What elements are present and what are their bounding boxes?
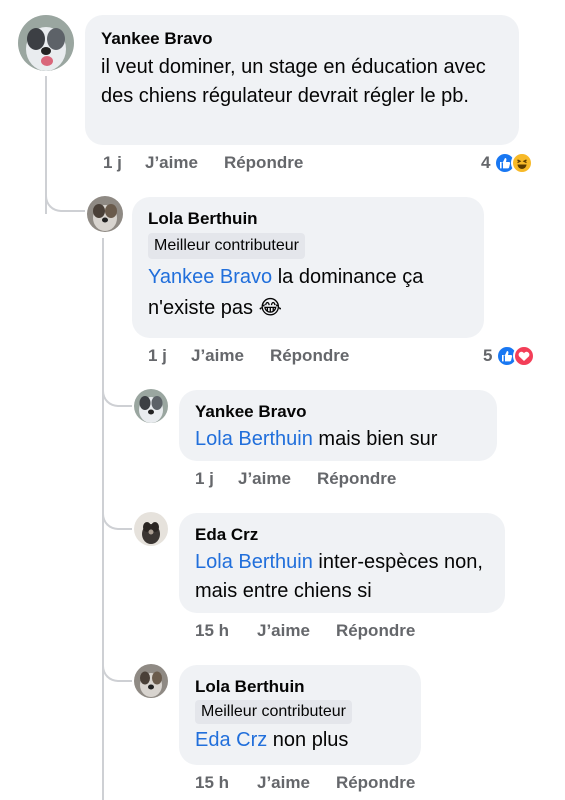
dog-avatar-image [134, 512, 168, 546]
reply-button[interactable]: Répondre [336, 621, 415, 641]
comment-timestamp[interactable]: 15 h [195, 621, 257, 641]
like-button[interactable]: J’aime [145, 153, 198, 173]
mention-link[interactable]: Lola Berthuin [195, 428, 313, 450]
reply-button[interactable]: Répondre [336, 773, 415, 793]
dog-avatar-image [18, 15, 74, 71]
top-contributor-badge: Meilleur contributeur [195, 700, 352, 724]
comment-author[interactable]: Eda Crz [195, 524, 489, 546]
reply-button[interactable]: Répondre [270, 346, 349, 366]
avatar[interactable] [134, 389, 168, 423]
comment-bubble: Lola Berthuin Meilleur contributeur Eda … [179, 665, 421, 765]
comment-text-body: mais bien sur [312, 428, 438, 450]
thread-curve-reply-1 [45, 180, 85, 212]
top-contributor-badge: Meilleur contributeur [148, 233, 305, 259]
thread-curve-reply-4 [102, 650, 132, 682]
comment-text: Lola Berthuin mais bien sur [195, 425, 481, 453]
like-button[interactable]: J’aime [257, 773, 310, 793]
mention-link[interactable]: Eda Crz [195, 729, 267, 751]
comment-text: Yankee Bravo la dominance ça n'existe pa… [148, 262, 478, 324]
comment-timestamp[interactable]: 15 h [195, 773, 257, 793]
avatar[interactable] [87, 196, 123, 232]
dog-avatar-image [134, 664, 168, 698]
thread-curve-reply-2 [102, 375, 132, 407]
laughing-emoji: 😂 [258, 297, 282, 319]
comment-actions: 1 j J’aime Répondre [103, 152, 303, 174]
comment-bubble: Yankee Bravo il veut dominer, un stage e… [85, 15, 519, 145]
comment-actions: 15 h J’aime Répondre [195, 772, 415, 794]
comment-timestamp[interactable]: 1 j [195, 469, 238, 489]
reaction-count: 5 [483, 346, 493, 365]
reply-button[interactable]: Répondre [224, 153, 303, 173]
avatar[interactable] [134, 512, 168, 546]
like-button[interactable]: J’aime [238, 469, 291, 489]
avatar[interactable] [18, 15, 74, 71]
avatar[interactable] [134, 664, 168, 698]
mention-link[interactable]: Yankee Bravo [148, 266, 272, 288]
comment-actions: 15 h J’aime Répondre [195, 620, 415, 642]
comment-timestamp[interactable]: 1 j [148, 346, 191, 366]
reaction-summary[interactable]: 4 [481, 151, 534, 175]
comment-author[interactable]: Lola Berthuin [195, 676, 405, 698]
comment-author[interactable]: Lola Berthuin [148, 208, 468, 230]
comment-bubble: Eda Crz Lola Berthuin inter-espèces non,… [179, 513, 505, 613]
comment-text: Eda Crz non plus [195, 726, 405, 754]
thread-curve-reply-3 [102, 498, 132, 530]
dog-avatar-image [87, 196, 123, 232]
comment-bubble: Yankee Bravo Lola Berthuin mais bien sur [179, 390, 497, 461]
comment-author[interactable]: Yankee Bravo [101, 28, 503, 50]
comment-text-body: non plus [267, 729, 349, 751]
comment-text: il veut dominer, un stage en éducation a… [101, 56, 486, 107]
like-button[interactable]: J’aime [191, 346, 244, 366]
love-icon [513, 345, 536, 367]
comment-actions: 1 j J’aime Répondre [195, 468, 396, 490]
like-button[interactable]: J’aime [257, 621, 310, 641]
comment-text: Lola Berthuin inter-espèces non, mais en… [195, 548, 495, 606]
haha-icon [511, 152, 534, 174]
comment-actions: 1 j J’aime Répondre [148, 345, 349, 367]
comment-author[interactable]: Yankee Bravo [195, 401, 481, 423]
reaction-count: 4 [481, 153, 491, 172]
comment-timestamp[interactable]: 1 j [103, 153, 145, 173]
comment-bubble: Lola Berthuin Meilleur contributeur Yank… [132, 197, 484, 338]
reaction-summary[interactable]: 5 [483, 344, 536, 368]
reply-button[interactable]: Répondre [317, 469, 396, 489]
mention-link[interactable]: Lola Berthuin [195, 551, 313, 573]
dog-avatar-image [134, 389, 168, 423]
